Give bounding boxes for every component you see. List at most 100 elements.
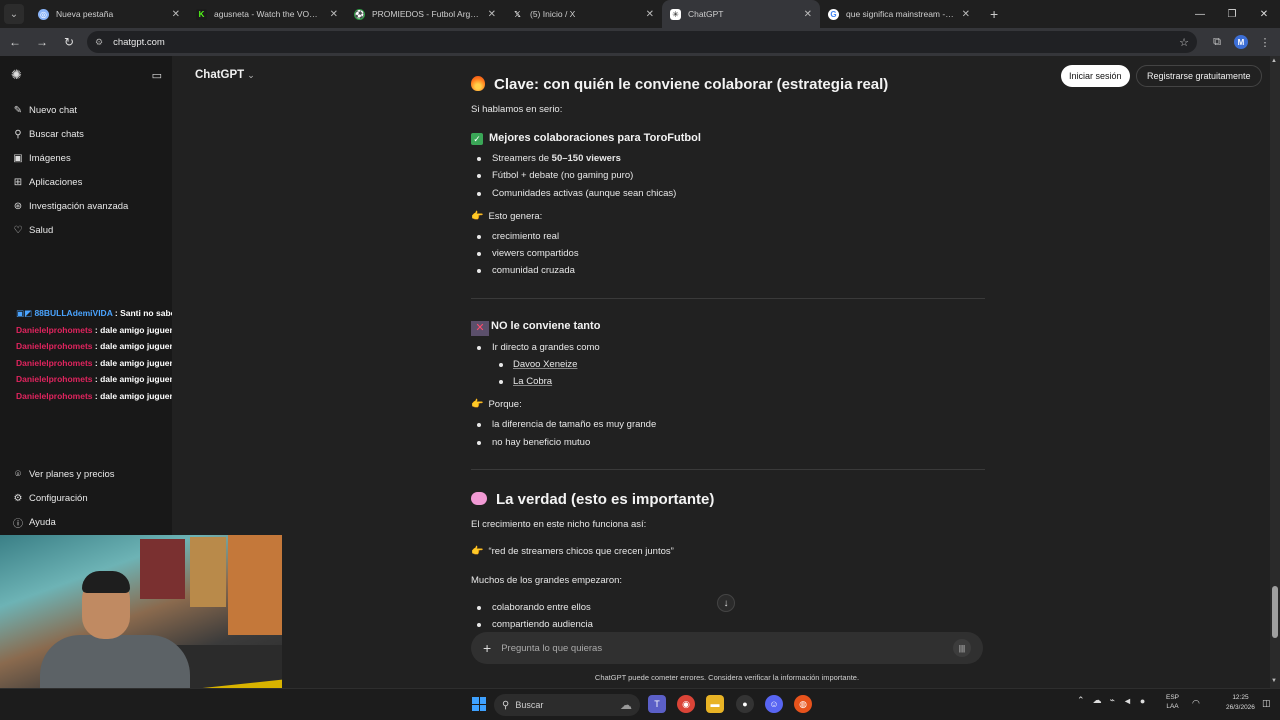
- openai-logo-icon[interactable]: ✺: [11, 67, 22, 83]
- volume-icon[interactable]: ◄: [1123, 696, 1132, 706]
- sidebar-item-plans[interactable]: ⌾ Ver planes y precios: [0, 462, 172, 486]
- bookmark-star-icon[interactable]: ☆: [1179, 36, 1189, 49]
- plans-icon: ⌾: [15, 468, 21, 480]
- new-chat-icon: ✎: [13, 104, 23, 116]
- sidebar-item-images[interactable]: ▣ Imágenes: [0, 146, 172, 170]
- clock[interactable]: 12:25 26/3/2026: [1226, 693, 1255, 713]
- network-icon[interactable]: ⌁: [1110, 695, 1115, 706]
- maximize-icon[interactable]: ❐: [1216, 0, 1248, 28]
- sidebar-item-research[interactable]: ⊛ Investigación avanzada: [0, 194, 172, 218]
- browser-tab-active[interactable]: ✳ ChatGPT ✕: [662, 0, 820, 28]
- browser-tab[interactable]: ◎ Nueva pestaña ✕: [30, 0, 188, 28]
- list-item: Comunidades activas (aunque sean chicas): [471, 188, 676, 199]
- chat-username: Danielelprohomets: [16, 390, 93, 401]
- scrollbar-thumb[interactable]: [1272, 586, 1278, 638]
- toggle-sidebar-icon[interactable]: ▭: [152, 69, 162, 82]
- scroll-to-bottom-button[interactable]: ↓: [717, 594, 735, 612]
- close-tab-icon[interactable]: ✕: [330, 9, 338, 20]
- browser-menu-icon[interactable]: ⋮: [1253, 30, 1277, 54]
- address-bar[interactable]: ⚙ chatgpt.com ☆: [87, 31, 1197, 53]
- google-icon: G: [828, 8, 839, 20]
- search-icon: ⚲: [502, 699, 510, 711]
- language-indicator[interactable]: ESP LAA: [1166, 693, 1179, 711]
- close-tab-icon[interactable]: ✕: [804, 9, 812, 20]
- poster: [228, 535, 282, 635]
- login-button[interactable]: Iniciar sesión: [1061, 65, 1130, 87]
- profile-avatar[interactable]: M: [1234, 35, 1248, 49]
- paragraph: 👉 “red de streamers chicos que crecen jun…: [471, 546, 674, 557]
- list-item: La Cobra: [492, 376, 552, 387]
- tab-search-menu-button[interactable]: ⌄: [4, 4, 24, 24]
- sidebar-item-label: Salud: [29, 224, 54, 236]
- forward-arrow-icon[interactable]: →: [30, 30, 54, 54]
- tab-title: PROMIEDOS - Futbol Argentino: [372, 9, 482, 19]
- list-item: compartiendo audiencia: [471, 619, 593, 630]
- chrome-icon[interactable]: ◉: [677, 695, 695, 713]
- sidebar-item-health[interactable]: ♡ Salud: [0, 218, 172, 242]
- voice-mode-icon[interactable]: |||: [953, 639, 971, 657]
- scroll-down-arrow-icon[interactable]: ▼: [1271, 678, 1277, 684]
- browser-tab[interactable]: ⚽ PROMIEDOS - Futbol Argentino ✕: [346, 0, 504, 28]
- promiedos-icon: ⚽: [354, 8, 365, 20]
- tab-title: Nueva pestaña: [56, 9, 114, 19]
- chevron-down-icon: ⌄: [247, 70, 255, 80]
- tab-title: agusneta - Watch the VOD on K: [214, 9, 324, 19]
- app-icon[interactable]: ◍: [794, 695, 812, 713]
- sidebar-item-apps[interactable]: ⊞ Aplicaciones: [0, 170, 172, 194]
- badge-icon: ▣◩: [16, 308, 35, 318]
- windows-start-icon[interactable]: [472, 697, 486, 711]
- site-info-icon[interactable]: ⚙: [95, 37, 103, 48]
- sidebar-item-search-chats[interactable]: ⚲ Buscar chats: [0, 122, 172, 146]
- divider: [471, 298, 985, 299]
- teams-icon[interactable]: T: [648, 695, 666, 713]
- gear-icon: ⚙: [13, 492, 23, 504]
- clock-time: 12:25: [1232, 694, 1249, 701]
- tab-title: que significa mainstream - Bus: [846, 9, 956, 19]
- sidebar-item-help[interactable]: ⓘ Ayuda: [0, 510, 172, 534]
- subheading: ✕ NO le conviene tanto: [471, 320, 600, 336]
- wifi-icon[interactable]: ◠: [1192, 698, 1200, 709]
- prompt-input[interactable]: [501, 642, 953, 654]
- chevron-up-icon[interactable]: ⌃: [1077, 695, 1085, 706]
- close-tab-icon[interactable]: ✕: [646, 9, 654, 20]
- minimize-icon[interactable]: —: [1184, 0, 1216, 28]
- browser-tab[interactable]: 𝕏 (5) Inicio / X ✕: [504, 0, 662, 28]
- discord-icon[interactable]: ☺: [765, 695, 783, 713]
- signup-button[interactable]: Registrarse gratuitamente: [1136, 65, 1262, 87]
- scroll-up-arrow-icon[interactable]: ▲: [1271, 58, 1277, 64]
- close-tab-icon[interactable]: ✕: [962, 9, 970, 20]
- message-composer: + |||: [471, 632, 983, 664]
- search-highlight-icon: ☁: [620, 698, 632, 712]
- close-window-icon[interactable]: ✕: [1248, 0, 1280, 28]
- browser-tab[interactable]: G que significa mainstream - Bus ✕: [820, 0, 978, 28]
- back-arrow-icon[interactable]: ←: [3, 30, 27, 54]
- system-tray: ⌃ ☁ ⌁ ◄ ●: [1077, 695, 1145, 706]
- browser-tab-strip: ⌄ ◎ Nueva pestaña ✕ K agusneta - Watch t…: [0, 0, 1280, 28]
- kick-icon: K: [196, 8, 207, 20]
- mic-icon[interactable]: ●: [1140, 696, 1145, 706]
- add-attachment-icon[interactable]: +: [483, 640, 491, 656]
- browser-tab[interactable]: K agusneta - Watch the VOD on K ✕: [188, 0, 346, 28]
- notifications-icon[interactable]: ◫: [1262, 698, 1271, 709]
- new-tab-icon[interactable]: +: [990, 6, 998, 22]
- heart-icon: ♡: [13, 224, 23, 236]
- chat-username: Danielelprohomets: [16, 374, 93, 385]
- model-selector[interactable]: ChatGPT ⌄: [195, 69, 255, 81]
- reload-icon[interactable]: ↻: [57, 30, 81, 54]
- paragraph: Muchos de los grandes empezaron:: [471, 575, 623, 586]
- chat-username: Danielelprohomets: [16, 357, 93, 368]
- windows-taskbar: ⚲ Buscar ☁ T ◉ ▬ ● ☺ ◍ ⌃ ☁ ⌁ ◄ ● ESP LAA ◠ …: [0, 688, 1280, 720]
- sidebar-item-settings[interactable]: ⚙ Configuración: [0, 486, 172, 510]
- search-icon: ⚲: [14, 128, 22, 140]
- close-tab-icon[interactable]: ✕: [488, 9, 496, 20]
- extensions-icon[interactable]: ⧉: [1205, 30, 1229, 54]
- taskbar-search[interactable]: ⚲ Buscar ☁: [494, 694, 640, 716]
- page-scrollbar[interactable]: ▲ ▼: [1270, 56, 1280, 688]
- onedrive-icon[interactable]: ☁: [1093, 695, 1102, 706]
- file-explorer-icon[interactable]: ▬: [706, 695, 724, 713]
- images-icon: ▣: [13, 152, 23, 164]
- paragraph: El crecimiento en este nicho funciona as…: [471, 519, 647, 530]
- obs-icon[interactable]: ●: [736, 695, 754, 713]
- sidebar-item-new-chat[interactable]: ✎ Nuevo chat: [0, 98, 172, 122]
- close-tab-icon[interactable]: ✕: [172, 9, 180, 20]
